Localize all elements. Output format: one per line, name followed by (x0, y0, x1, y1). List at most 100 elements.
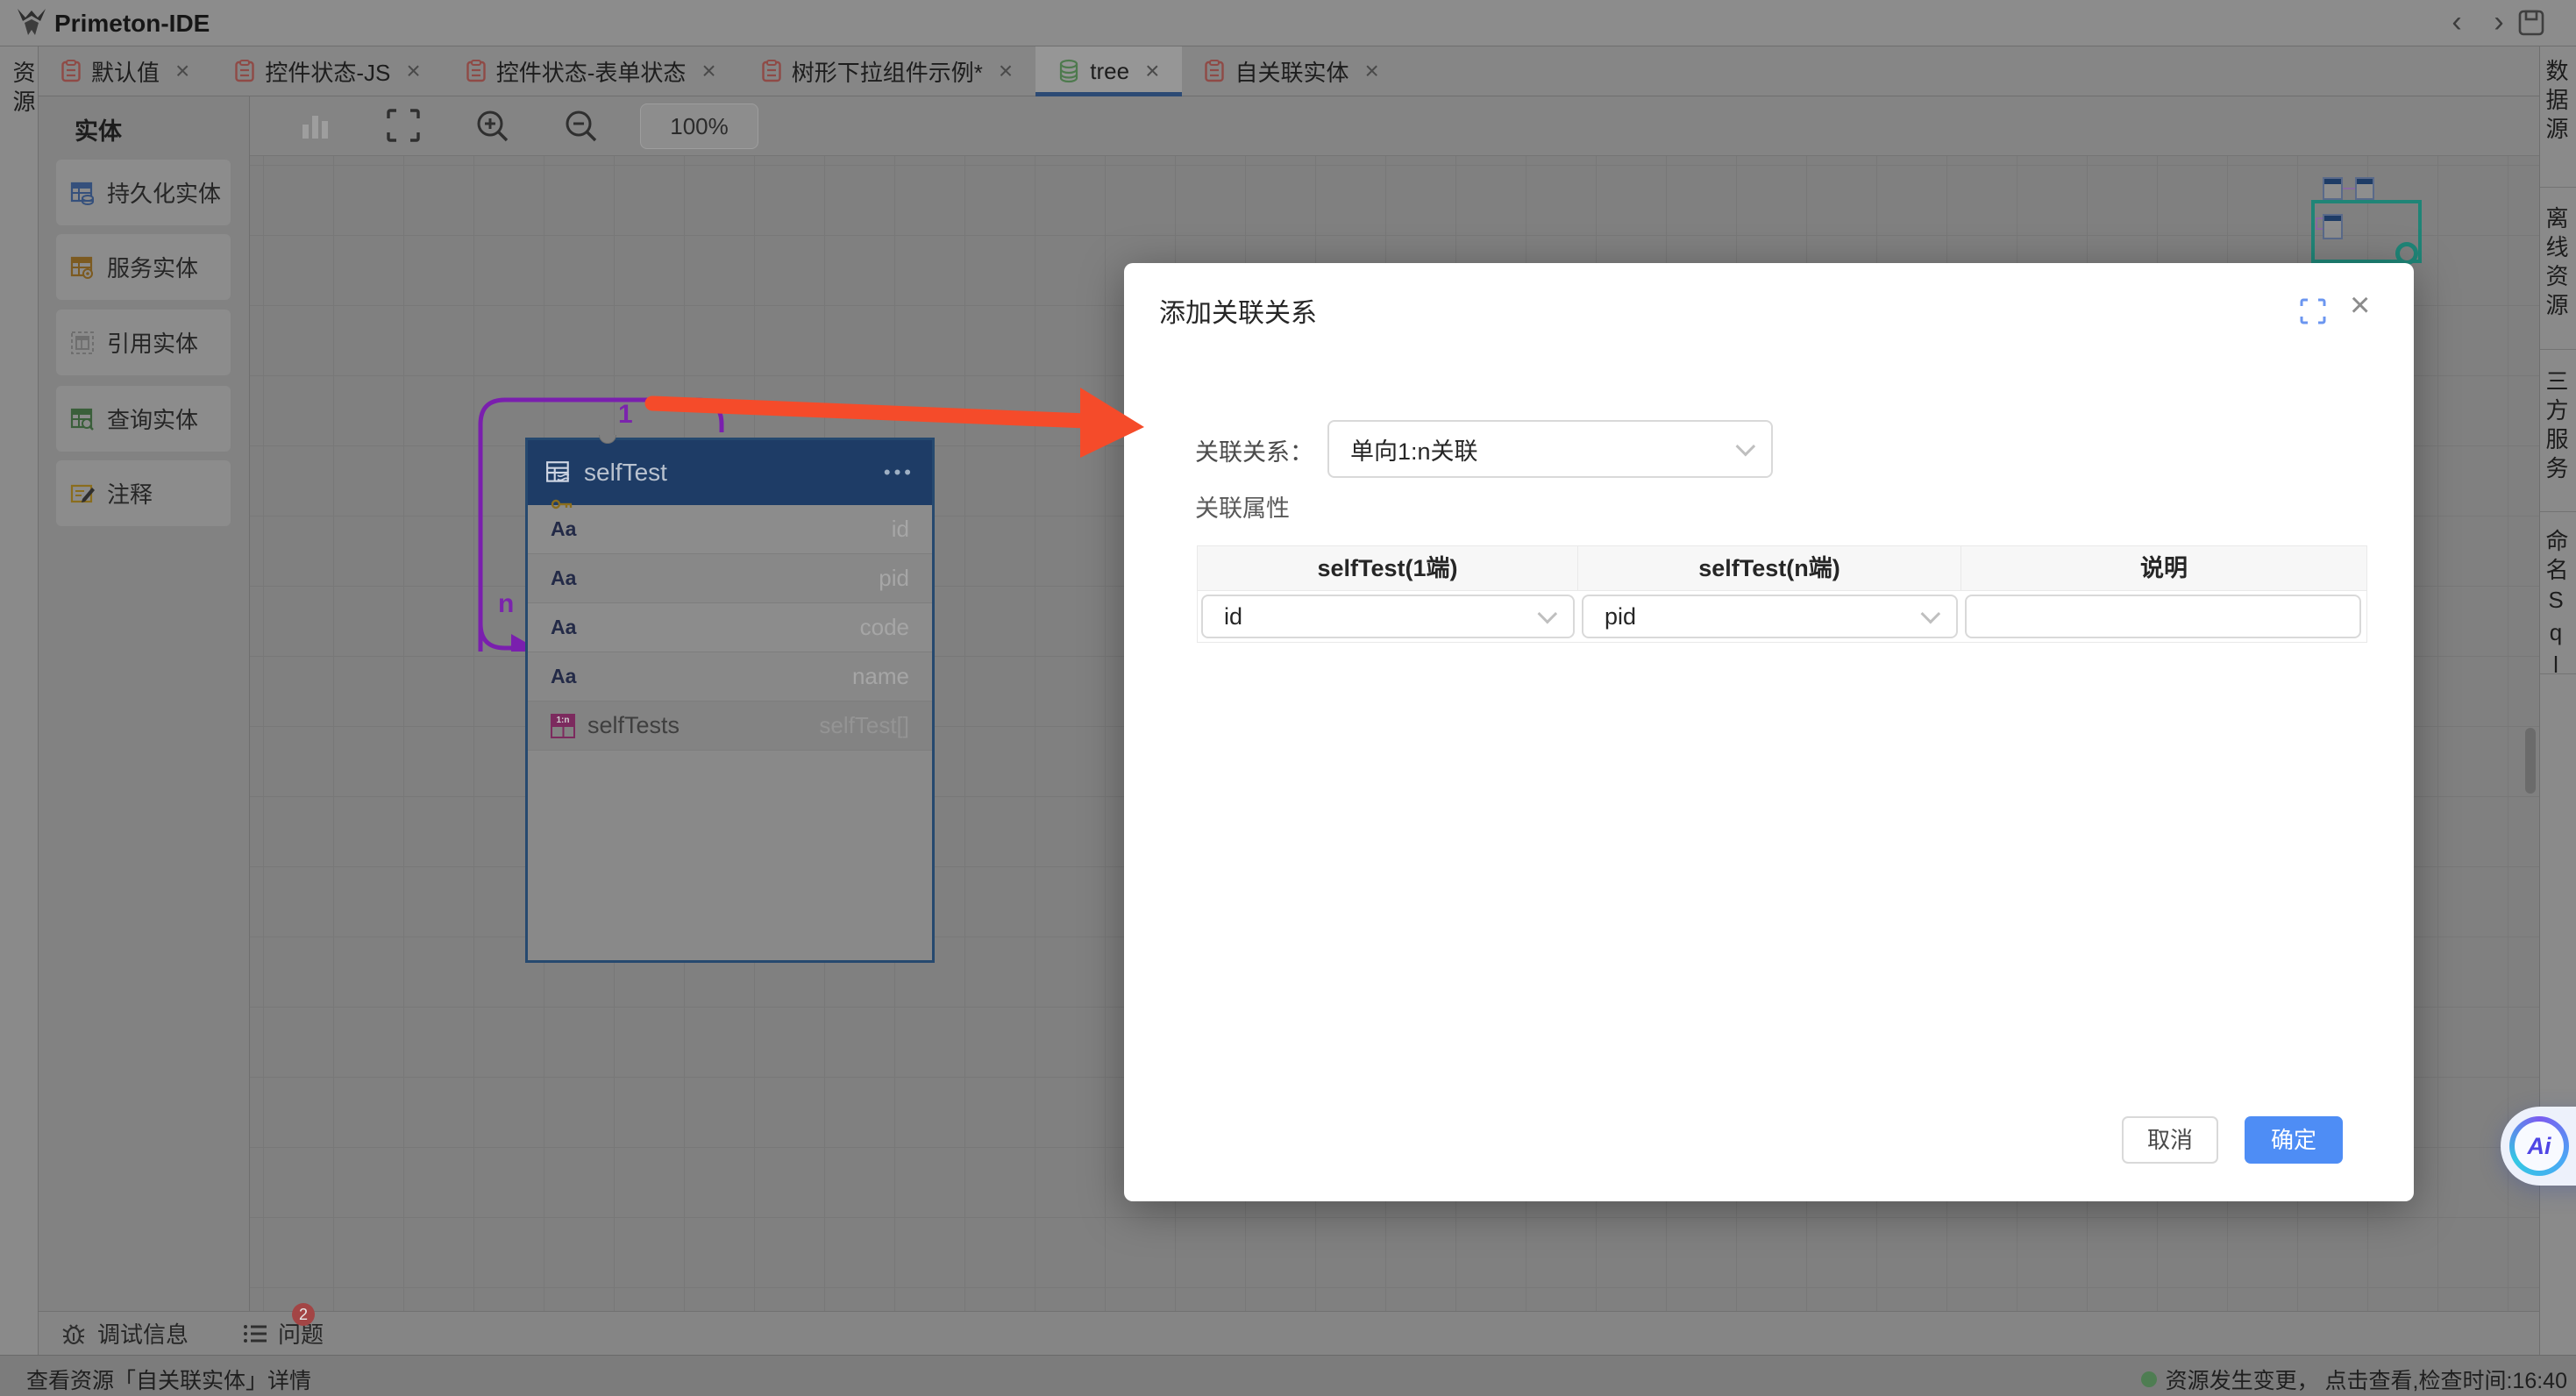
rail-item-resources[interactable]: 资源 (7, 61, 39, 118)
rail-item-offline-resources[interactable]: 离线资源 (2540, 206, 2576, 322)
tab-close-icon[interactable]: × (701, 57, 715, 85)
tab-label: 控件状态-表单状态 (496, 55, 687, 88)
status-green-dot-icon (2141, 1371, 2157, 1387)
minimap-entity (2323, 177, 2343, 200)
tab-close-icon[interactable]: × (999, 57, 1013, 85)
fit-screen-icon[interactable] (387, 109, 420, 142)
debug-info-label: 调试信息 (97, 1317, 189, 1350)
chevron-down-icon (1736, 437, 1756, 457)
entity-field-row[interactable]: Aa name (528, 652, 932, 702)
debug-info-tab[interactable]: 调试信息 (62, 1317, 189, 1350)
entity-table-icon (545, 459, 572, 486)
connector-cardinality-one: 1 (618, 400, 633, 430)
dialog-title: 添加关联关系 (1159, 291, 1317, 330)
relation-type-label: 关联关系： (1195, 433, 1313, 467)
bottom-panel-bar: 调试信息 问题 2 (39, 1311, 2539, 1355)
resource-change-status[interactable]: 资源发生变更， 点击查看,检查时间:16:40 (2141, 1364, 2567, 1395)
rail-item-datasource[interactable]: 数据源 (2540, 59, 2576, 146)
tab-close-icon[interactable]: × (175, 57, 189, 85)
relation-attributes-table: selfTest(1端) selfTest(n端) 说明 id pid (1197, 545, 2367, 643)
palette-item-reference-entity[interactable]: 引用实体 (56, 310, 231, 375)
close-icon[interactable]: × (2350, 286, 2370, 325)
tab-close-icon[interactable]: × (1364, 57, 1378, 85)
database-icon (1058, 59, 1079, 83)
tab-label: 控件状态-JS (265, 55, 390, 88)
list-icon (243, 1323, 267, 1344)
ok-button[interactable]: 确定 (2245, 1116, 2343, 1164)
field-type-glyph: Aa (551, 665, 576, 688)
rail-item-named-sql[interactable]: 命名Sql (2540, 529, 2576, 684)
entity-card-header[interactable]: selfTest ••• (528, 440, 932, 505)
connector-cardinality-n: n (498, 589, 514, 619)
tab-widget-state-js[interactable]: 控件状态-JS × (212, 46, 443, 96)
field-name: name (852, 663, 909, 690)
nav-forward-icon[interactable]: › (2483, 5, 2515, 39)
zoom-in-icon[interactable] (475, 109, 510, 144)
note-cell (1961, 595, 2366, 638)
entity-more-icon[interactable]: ••• (884, 461, 914, 484)
service-entity-icon (70, 255, 95, 280)
end1-field-select[interactable]: id (1201, 595, 1575, 638)
tab-default-value[interactable]: 默认值 × (39, 46, 212, 96)
tab-self-relation-entity[interactable]: 自关联实体 × (1182, 46, 1401, 96)
palette-item-persistent-entity[interactable]: 持久化实体 (56, 160, 231, 225)
add-relation-dialog: 添加关联关系 × 关联关系： 单向1:n关联 关联属性 selfTest(1端)… (1124, 263, 2414, 1201)
vertical-scrollbar-thumb[interactable] (2525, 728, 2536, 794)
note-input[interactable] (1965, 595, 2361, 638)
ai-assistant-button[interactable]: Ai (2501, 1107, 2576, 1186)
chart-icon[interactable] (301, 109, 331, 142)
entity-title: selfTest (584, 459, 667, 487)
entity-card-selftest[interactable]: selfTest ••• Aa id Aa pid Aa code Aa nam… (525, 438, 935, 963)
entity-field-row[interactable]: Aa code (528, 603, 932, 652)
palette-item-query-entity[interactable]: 查询实体 (56, 386, 231, 452)
app-title: Primeton-IDE (54, 10, 210, 38)
form-icon (466, 60, 486, 82)
entity-field-row[interactable]: Aa pid (528, 554, 932, 603)
tab-close-icon[interactable]: × (1145, 57, 1159, 85)
table-header-row: selfTest(1端) selfTest(n端) 说明 (1198, 546, 2366, 591)
minimap-zoom-handle[interactable] (2395, 242, 2418, 265)
relation-type-value: 单向1:n关联 (1350, 432, 1478, 467)
zoom-level-button[interactable]: 100% (640, 103, 758, 149)
relation-type: selfTest[] (819, 712, 909, 739)
tab-widget-state-form[interactable]: 控件状态-表单状态 × (444, 46, 739, 96)
left-rail: 资源 (0, 46, 39, 1355)
entity-field-row[interactable]: Aa id (528, 505, 932, 554)
palette-item-label: 注释 (107, 477, 153, 509)
rail-item-third-party-services[interactable]: 三方服务 (2540, 369, 2576, 485)
form-icon (762, 60, 781, 82)
rail-divider (2540, 349, 2576, 350)
tab-close-icon[interactable]: × (406, 57, 420, 85)
problems-count-badge: 2 (292, 1303, 315, 1326)
entity-palette: 实体 持久化实体 服务实体 引用实体 查询实体 注释 (39, 96, 250, 1311)
tab-label: 树形下拉组件示例* (792, 55, 983, 88)
field-type-glyph: Aa (551, 616, 576, 639)
tab-label: 自关联实体 (1235, 55, 1348, 88)
cancel-button[interactable]: 取消 (2122, 1116, 2218, 1164)
column-header-endn: selfTest(n端) (1578, 546, 1961, 590)
persistent-entity-icon (70, 181, 95, 205)
tab-tree-dropdown-example[interactable]: 树形下拉组件示例* × (739, 46, 1035, 96)
column-header-note: 说明 (1961, 546, 2366, 590)
palette-item-comment[interactable]: 注释 (56, 460, 231, 526)
tab-tree[interactable]: tree × (1035, 46, 1182, 96)
status-message: 查看资源「自关联实体」详情 (26, 1364, 311, 1395)
form-icon (235, 60, 254, 82)
save-icon[interactable] (2518, 10, 2544, 36)
palette-item-service-entity[interactable]: 服务实体 (56, 234, 231, 300)
editor-tab-bar: 默认值 × 控件状态-JS × 控件状态-表单状态 × 树形下拉组件示例* × … (39, 46, 2576, 96)
entity-relation-row[interactable]: 1:n selfTests selfTest[] (528, 702, 932, 751)
relation-type-select[interactable]: 单向1:n关联 (1327, 420, 1773, 478)
column-header-end1: selfTest(1端) (1198, 546, 1578, 590)
table-row: id pid (1198, 591, 2366, 642)
maximize-icon[interactable] (2300, 298, 2326, 324)
relation-label: selfTests (587, 712, 680, 739)
field-name: code (860, 614, 909, 641)
zoom-out-icon[interactable] (564, 109, 599, 144)
status-bar: 查看资源「自关联实体」详情 资源发生变更， 点击查看,检查时间:16:40 (0, 1355, 2576, 1396)
nav-back-icon[interactable]: ‹ (2441, 5, 2473, 39)
endn-field-select[interactable]: pid (1582, 595, 1958, 638)
rail-divider (2540, 511, 2576, 512)
endn-cell: pid (1578, 595, 1961, 638)
palette-item-label: 引用实体 (107, 326, 198, 359)
